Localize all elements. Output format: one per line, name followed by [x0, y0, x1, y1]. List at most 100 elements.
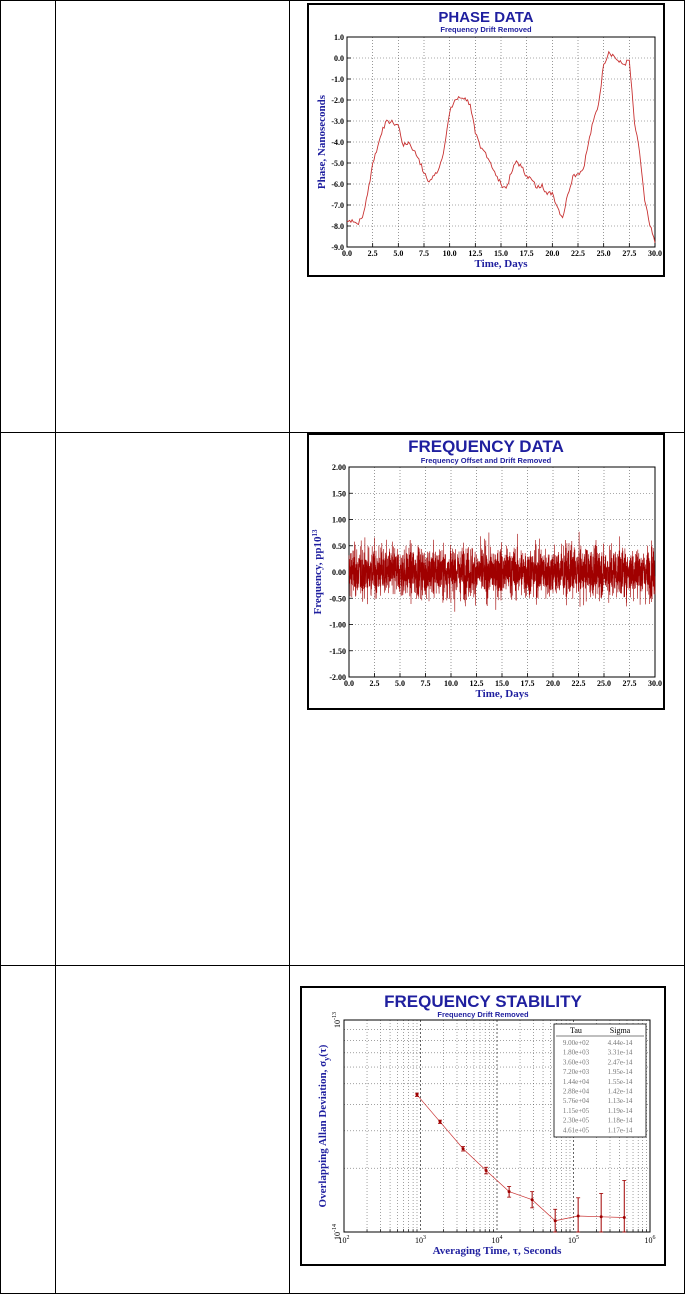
table-border-top	[0, 0, 685, 1]
legend-tau-value: 5.76e+04	[563, 1097, 590, 1105]
y-tick-label: 2.00	[332, 463, 346, 472]
legend-tau-value: 9.00e+02	[563, 1039, 590, 1047]
x-tick-label-exponent: 3	[423, 1235, 426, 1241]
x-axis-label: Time, Days	[476, 688, 530, 700]
x-tick-label: 106	[645, 1235, 656, 1245]
x-tick-label: 103	[415, 1235, 426, 1245]
x-tick-label-exponent: 4	[500, 1235, 503, 1241]
y-tick-label: -2.0	[331, 96, 344, 105]
legend-sigma-value: 1.17e-14	[608, 1126, 633, 1134]
x-tick-label: 12.5	[470, 679, 484, 688]
x-tick-label-exponent: 5	[576, 1235, 579, 1241]
x-tick-label: 5.0	[393, 249, 403, 258]
x-tick-label-base: 10	[645, 1236, 653, 1245]
chart-title: FREQUENCY DATA	[408, 437, 564, 456]
x-tick-label: 10.0	[444, 679, 458, 688]
y-tick-label-base: 10	[333, 1232, 342, 1240]
y-tick-label: -1.50	[329, 647, 346, 656]
y-tick-label: 0.50	[332, 542, 346, 551]
x-tick-label: 17.5	[521, 679, 535, 688]
y-tick-label: -3.0	[331, 117, 344, 126]
y-axis-label-superscript: 13	[311, 529, 319, 537]
legend-sigma-value: 2.47e-14	[608, 1058, 633, 1066]
data-point	[484, 1169, 488, 1173]
x-tick-label: 15.0	[494, 249, 508, 258]
y-tick-label: 1.00	[332, 516, 346, 525]
x-tick-label: 15.0	[495, 679, 509, 688]
legend-sigma-value: 4.44e-14	[608, 1039, 633, 1047]
x-axis-label: Time, Days	[475, 258, 529, 270]
x-tick-label: 5.0	[395, 679, 405, 688]
chart-title: PHASE DATA	[438, 9, 534, 26]
y-tick-label: -5.0	[331, 159, 344, 168]
y-tick-label: 10-13	[332, 1012, 342, 1028]
y-axis-label-tail: (τ)	[317, 1044, 329, 1057]
x-tick-label-base: 10	[415, 1236, 423, 1245]
legend-tau-value: 4.61e+05	[563, 1126, 590, 1134]
x-tick-label: 20.0	[545, 249, 559, 258]
table-column-divider-1	[55, 0, 56, 1294]
y-tick-label: -0.50	[329, 594, 346, 603]
y-tick-label: -1.0	[331, 75, 344, 84]
y-tick-label: -4.0	[331, 138, 344, 147]
legend-sigma-value: 3.31e-14	[608, 1049, 633, 1057]
x-tick-label: 25.0	[597, 249, 611, 258]
chart-title: FREQUENCY STABILITY	[384, 992, 582, 1011]
y-tick-label: -8.0	[331, 222, 344, 231]
x-tick-label: 7.5	[421, 679, 431, 688]
x-tick-label: 20.0	[546, 679, 560, 688]
x-tick-label: 22.5	[571, 249, 585, 258]
x-tick-label: 27.5	[622, 249, 636, 258]
x-tick-label-exponent: 2	[347, 1235, 350, 1241]
x-tick-label: 25.0	[597, 679, 611, 688]
table-row-divider-2	[0, 965, 685, 966]
x-tick-label: 27.5	[623, 679, 637, 688]
legend-tau-value: 3.60e+03	[563, 1058, 590, 1066]
x-tick-label: 105	[568, 1235, 579, 1245]
legend-header-sigma: Sigma	[610, 1026, 631, 1035]
table-border-left	[0, 0, 1, 1294]
data-point	[530, 1198, 534, 1202]
legend-sigma-value: 1.18e-14	[608, 1117, 633, 1125]
legend-tau-value: 2.30e+05	[563, 1117, 590, 1125]
frequency-data-chart: FREQUENCY DATA Frequency Offset and Drif…	[307, 433, 665, 710]
x-tick-label: 17.5	[520, 249, 534, 258]
x-tick-label: 30.0	[648, 249, 662, 258]
x-tick-label: 10.0	[443, 249, 457, 258]
x-tick-label: 22.5	[572, 679, 586, 688]
x-tick-label-exponent: 6	[653, 1235, 656, 1241]
legend-header-tau: Tau	[570, 1026, 582, 1035]
x-axis-label: Averaging Time, τ, Seconds	[433, 1245, 563, 1257]
y-tick-label: -6.0	[331, 180, 344, 189]
legend-sigma-value: 1.55e-14	[608, 1078, 633, 1086]
y-tick-label-base: 10	[333, 1020, 342, 1028]
data-point	[622, 1216, 626, 1220]
frequency-plot-svg: 0.0 2.5 5.0 7.5 10.0 12.5 15.0 17.5 20.0 22.5 25.0…	[311, 463, 662, 700]
x-tick-label: 104	[492, 1235, 503, 1245]
y-axis-label-main: Overlapping Allan Deviation, σ	[317, 1061, 329, 1208]
y-tick-label-exponent: -13	[332, 1012, 338, 1020]
table-column-divider-2	[289, 0, 290, 1294]
y-tick-label: -1.00	[329, 621, 346, 630]
y-tick-label: -2.00	[329, 673, 346, 682]
y-axis-label: Frequency, pp1013	[311, 529, 324, 615]
y-tick-label: -9.0	[331, 243, 344, 252]
x-tick-label-base: 10	[568, 1236, 576, 1245]
y-tick-label: 1.50	[332, 489, 346, 498]
y-tick-label: -7.0	[331, 201, 344, 210]
x-tick-label: 30.0	[648, 679, 662, 688]
phase-plot-svg: 0.0 2.5 5.0 7.5 10.0 12.5 15.0 17.5 20.0 22.5 25.0…	[316, 33, 662, 270]
y-tick-label: 10-14	[332, 1224, 342, 1240]
y-axis-label-main: Frequency, pp10	[312, 536, 324, 615]
data-point	[507, 1190, 511, 1194]
x-tick-label-base: 10	[492, 1236, 500, 1245]
data-point	[553, 1219, 557, 1223]
y-axis-label: Phase, Nanoseconds	[316, 94, 328, 189]
data-point	[415, 1093, 419, 1097]
data-point	[599, 1215, 603, 1219]
data-point	[576, 1214, 580, 1218]
legend-sigma-value: 1.95e-14	[608, 1068, 633, 1076]
phase-data-chart: PHASE DATA Frequency Drift Removed 0.0 2.…	[307, 3, 665, 277]
y-tick-label: 0.0	[334, 54, 344, 63]
legend-tau-value: 7.20e+03	[563, 1068, 590, 1076]
